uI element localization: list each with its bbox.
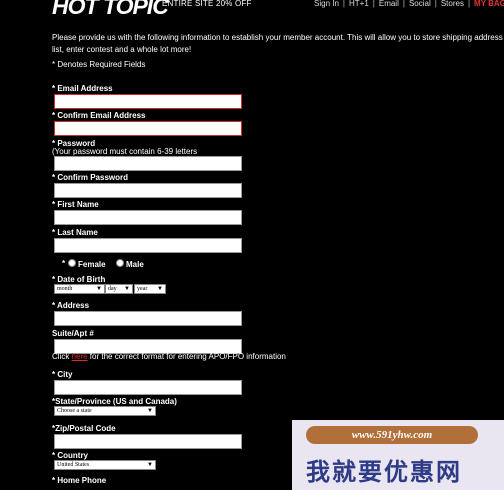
confirm-password-label: * Confirm Password [52, 173, 129, 182]
dob-day-select[interactable]: day ▼ [105, 284, 133, 294]
intro-text: Please provide us with the following inf… [52, 33, 503, 54]
male-radio[interactable] [116, 259, 124, 267]
promo-banner[interactable]: ENTIRE SITE 20% OFF [162, 0, 252, 8]
password-hint: (Your password must contain 6-39 letters [52, 147, 198, 156]
apo-note-after: for the correct format for entering APO/… [87, 352, 286, 361]
female-radio[interactable] [68, 259, 76, 267]
city-field[interactable] [54, 380, 242, 395]
country-selected-value: United States [57, 462, 90, 468]
dob-label: * Date of Birth [52, 275, 106, 284]
chevron-down-icon: ▼ [124, 286, 130, 292]
dob-year-select[interactable]: year ▼ [134, 284, 166, 294]
email-label: * Email Address [52, 84, 113, 93]
nav-email[interactable]: Email [379, 0, 399, 8]
address-label: * Address [52, 301, 90, 310]
state-selected-value: Choose a state [57, 408, 92, 414]
zip-label: *Zip/Postal Code [52, 424, 116, 433]
confirm-password-field[interactable] [54, 183, 242, 198]
watermark: www.591yhw.com 我就要优惠网 [292, 420, 504, 490]
apo-note: Click here for the correct format for en… [52, 352, 286, 361]
zip-field[interactable] [54, 434, 242, 449]
nav-ht-plus-1[interactable]: HT+1 [349, 0, 369, 8]
suite-label: Suite/Apt # [52, 329, 94, 338]
country-label: * Country [52, 451, 88, 460]
chevron-down-icon: ▼ [157, 286, 163, 292]
country-select[interactable]: United States ▼ [54, 460, 156, 470]
dob-year-value: year [137, 286, 148, 292]
state-label: *State/Province (US and Canada) [52, 397, 177, 406]
state-select[interactable]: Choose a state ▼ [54, 406, 156, 416]
gender-required-marker: * [62, 259, 66, 268]
city-label: * City [52, 370, 73, 379]
apo-format-link[interactable]: here [72, 352, 88, 361]
dob-month-select[interactable]: month ▼ [54, 284, 105, 294]
password-field[interactable] [54, 156, 242, 171]
apo-note-before: Click [52, 352, 72, 361]
home-phone-label: * Home Phone [52, 476, 107, 485]
dob-month-value: month [57, 286, 73, 292]
nav-my-bag[interactable]: MY BAG [474, 0, 504, 8]
dob-day-value: day [108, 286, 117, 292]
female-label: Female [78, 260, 106, 269]
address-field[interactable] [54, 311, 242, 326]
watermark-url: www.591yhw.com [306, 426, 478, 444]
watermark-text: 我就要优惠网 [306, 458, 462, 486]
nav-stores[interactable]: Stores [441, 0, 464, 8]
confirm-email-field[interactable] [54, 121, 242, 136]
logo[interactable]: HOT TOPIC [52, 0, 169, 20]
first-name-field[interactable] [54, 210, 242, 225]
male-label: Male [126, 260, 144, 269]
nav-social[interactable]: Social [409, 0, 431, 8]
required-note: * Denotes Required Fields [52, 60, 146, 69]
chevron-down-icon: ▼ [96, 286, 102, 292]
chevron-down-icon: ▼ [147, 462, 153, 468]
top-nav: Sign In | HT+1 | Email | Social | Stores | MY BAG [314, 0, 504, 8]
nav-sign-in[interactable]: Sign In [314, 0, 339, 8]
last-name-field[interactable] [54, 238, 242, 253]
last-name-label: * Last Name [52, 228, 98, 237]
first-name-label: * First Name [52, 200, 99, 209]
confirm-email-label: * Confirm Email Address [52, 111, 146, 120]
email-field[interactable] [54, 94, 242, 109]
chevron-down-icon: ▼ [147, 408, 153, 414]
